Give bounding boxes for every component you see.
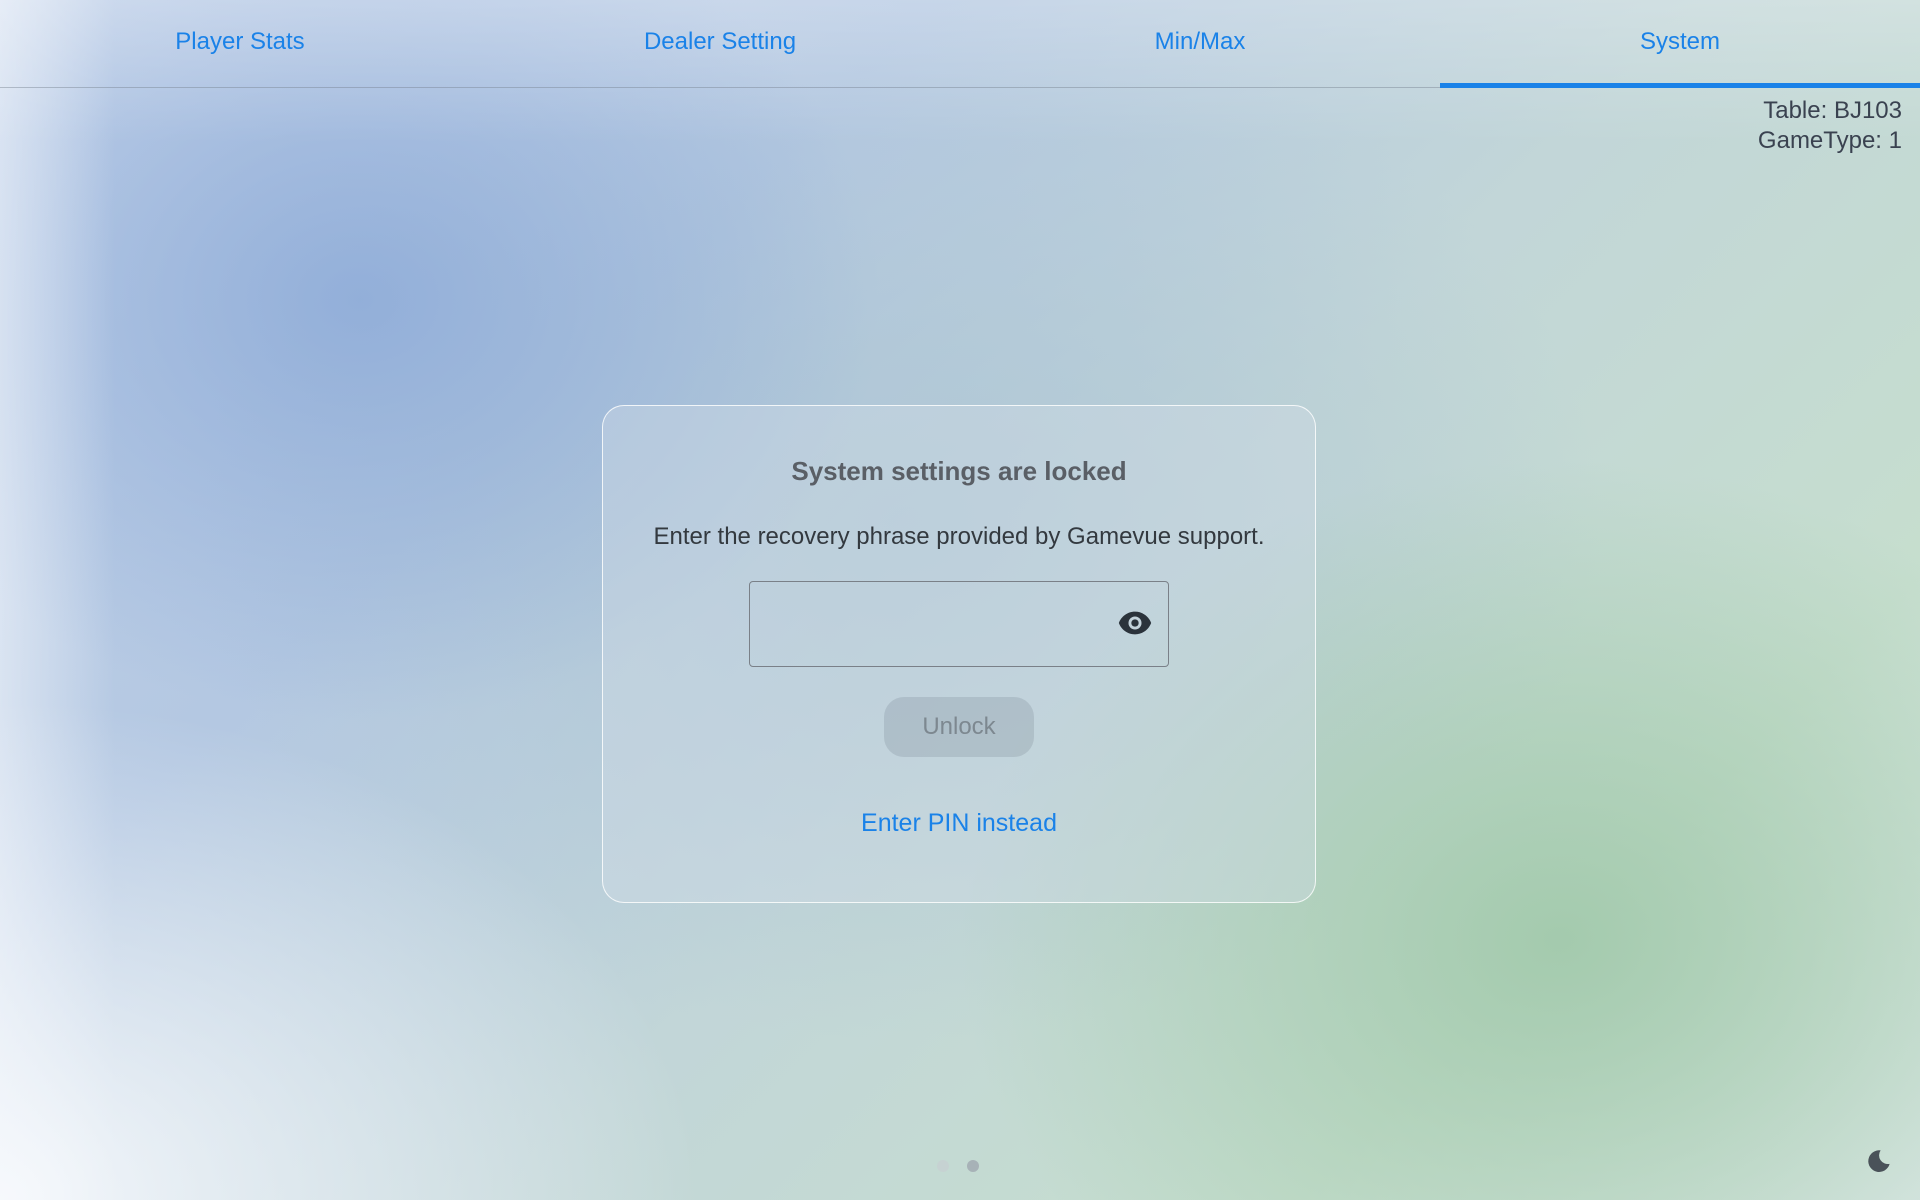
lock-card: System settings are locked Enter the rec… [602,405,1316,903]
lock-description: Enter the recovery phrase provided by Ga… [653,523,1265,550]
unlock-button[interactable]: Unlock [884,697,1034,757]
page-dot-active[interactable] [967,1160,979,1172]
enter-pin-link[interactable]: Enter PIN instead [603,809,1315,838]
tab-player-stats[interactable]: Player Stats [0,0,480,87]
tab-min-max[interactable]: Min/Max [960,0,1440,87]
tab-bar: Player Stats Dealer Setting Min/Max Syst… [0,0,1920,88]
recovery-phrase-field [749,581,1169,667]
lock-title: System settings are locked [791,456,1127,486]
moon-icon[interactable] [1866,1148,1892,1174]
page-indicator [937,1160,979,1172]
tab-dealer-setting[interactable]: Dealer Setting [480,0,960,87]
table-info: Table: BJ103 GameType: 1 [1758,96,1902,156]
page-dot[interactable] [937,1160,949,1172]
tab-system[interactable]: System [1440,0,1920,88]
table-label: Table: BJ103 [1763,97,1902,124]
game-type-label: GameType: 1 [1757,127,1902,154]
eye-icon[interactable] [1118,609,1152,637]
recovery-phrase-input[interactable] [750,582,1168,666]
